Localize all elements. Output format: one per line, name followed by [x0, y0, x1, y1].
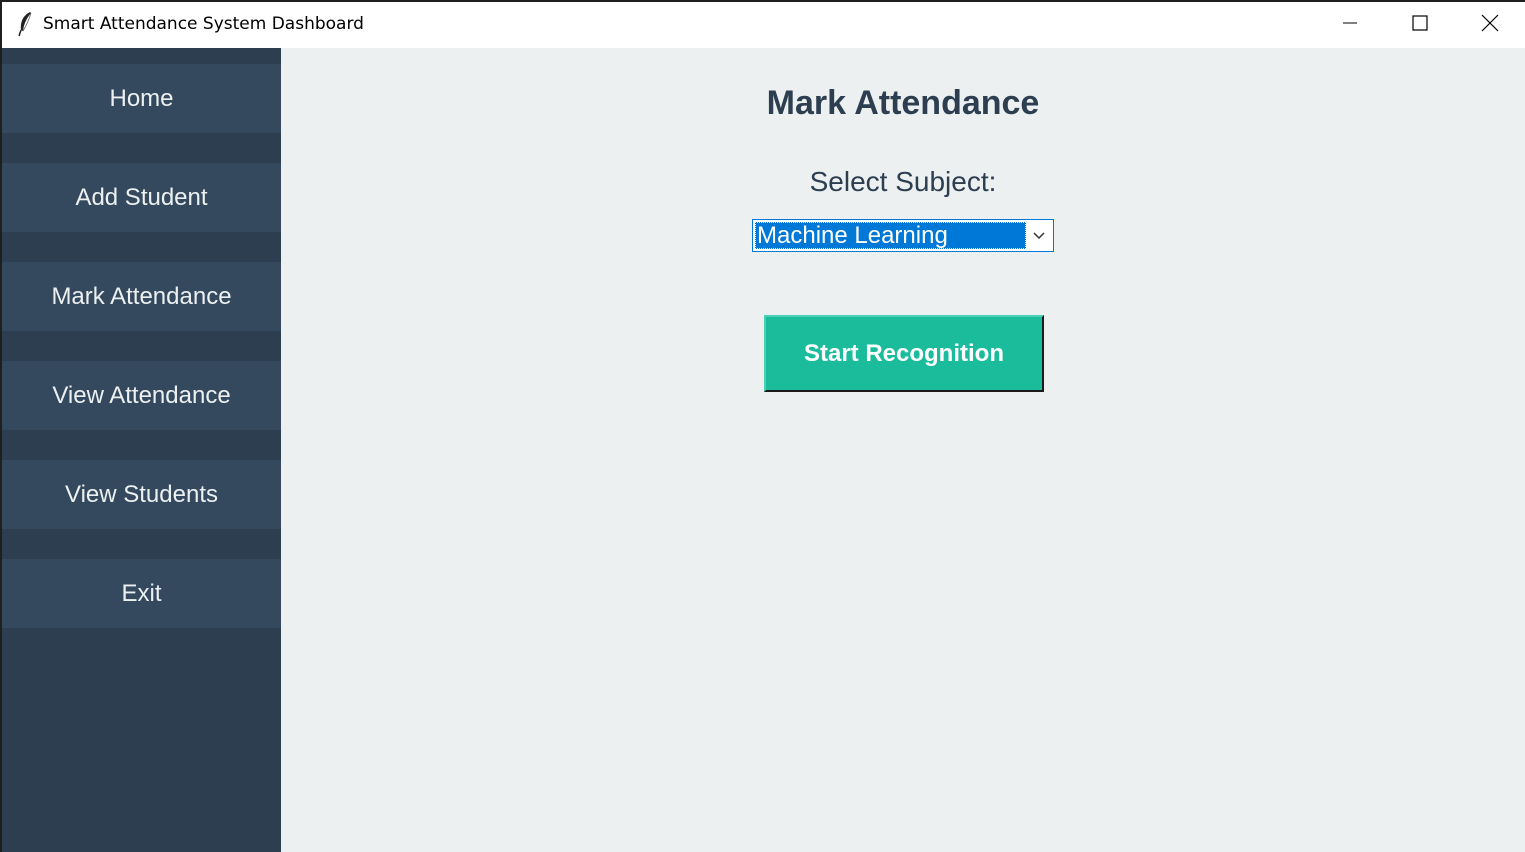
- page-title: Mark Attendance: [766, 84, 1040, 122]
- minimize-button[interactable]: [1315, 2, 1385, 48]
- subject-select[interactable]: Machine Learning: [752, 219, 1054, 252]
- chevron-down-icon[interactable]: [1027, 222, 1051, 249]
- sidebar: Home Add Student Mark Attendance View At…: [2, 48, 281, 852]
- feather-icon: [16, 11, 36, 37]
- title-bar[interactable]: Smart Attendance System Dashboard: [2, 2, 1525, 48]
- sidebar-item-exit[interactable]: Exit: [2, 559, 281, 628]
- sidebar-item-add-student[interactable]: Add Student: [2, 163, 281, 232]
- close-button[interactable]: [1455, 2, 1525, 48]
- app-window: Smart Attendance System Dashboard Home A…: [0, 0, 1525, 852]
- maximize-icon: [1412, 14, 1428, 36]
- main-panel: Mark Attendance Select Subject: Machine …: [281, 48, 1525, 852]
- minimize-icon: [1342, 15, 1358, 36]
- maximize-button[interactable]: [1385, 2, 1455, 48]
- sidebar-item-view-attendance[interactable]: View Attendance: [2, 361, 281, 430]
- sidebar-item-home[interactable]: Home: [2, 64, 281, 133]
- subject-select-value[interactable]: Machine Learning: [755, 222, 1026, 249]
- window-title: Smart Attendance System Dashboard: [43, 14, 364, 34]
- subject-label: Select Subject:: [809, 166, 997, 197]
- close-icon: [1481, 14, 1499, 37]
- sidebar-item-view-students[interactable]: View Students: [2, 460, 281, 529]
- start-recognition-button[interactable]: Start Recognition: [764, 315, 1044, 392]
- sidebar-item-mark-attendance[interactable]: Mark Attendance: [2, 262, 281, 331]
